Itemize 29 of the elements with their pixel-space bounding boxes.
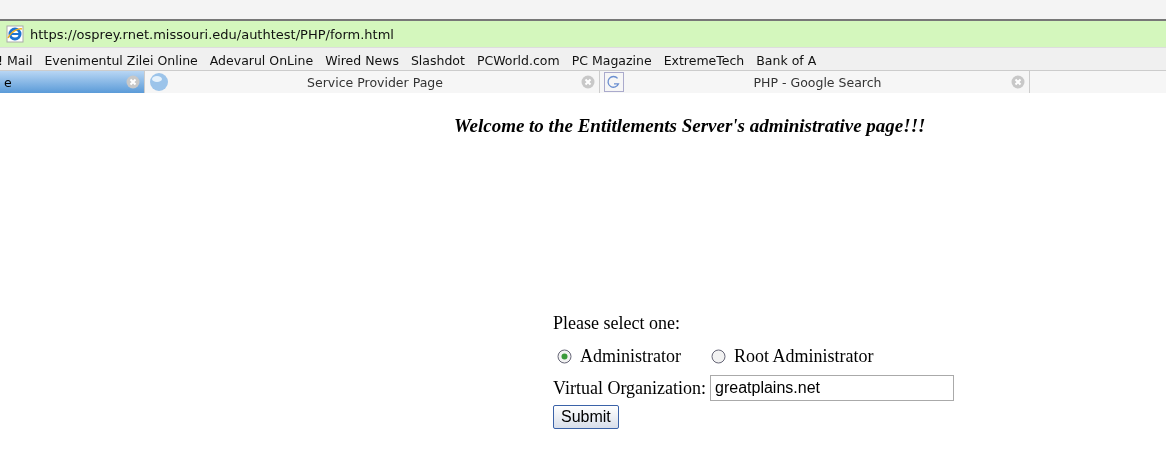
option-label: Administrator <box>580 346 681 367</box>
prompt-text: Please select one: <box>553 313 681 334</box>
bookmark-link[interactable]: Bank of A <box>756 52 817 68</box>
url-text: https://osprey.rnet.missouri.edu/authtest/PHP/form.html <box>30 26 394 42</box>
bookmark-link[interactable]: Wired News <box>325 52 399 68</box>
field-label: Virtual Organization: <box>553 377 707 399</box>
option-label: Root Administrator <box>734 346 874 367</box>
bookmark-link[interactable]: Slashdot <box>410 52 465 68</box>
address-bar[interactable]: https://osprey.rnet.missouri.edu/authtest/PHP/form.html <box>0 21 1166 48</box>
bookmark-link[interactable]: Evenimentul Zilei Online <box>44 52 198 68</box>
bookmark-link[interactable]: Adevarul OnLine <box>209 52 314 68</box>
browser-logo-icon <box>6 25 24 43</box>
close-icon[interactable] <box>126 75 140 89</box>
browser-tab[interactable]: e <box>0 71 145 93</box>
bookmark-link[interactable]: PCWorld.com <box>476 52 560 68</box>
radio-button[interactable] <box>557 349 572 364</box>
globe-icon <box>149 72 169 92</box>
input-field[interactable]: greatplains.net <box>710 375 955 401</box>
page-heading: Welcome to the Entitlements Server's administrative page!!! <box>454 115 926 137</box>
browser-tab[interactable]: Service Provider Page <box>145 71 600 93</box>
bookmark-link[interactable]: ExtremeTech <box>663 52 745 68</box>
radio-button[interactable] <box>711 349 726 364</box>
close-icon[interactable] <box>1011 75 1025 89</box>
bookmark-link[interactable]: ! Mail <box>0 52 33 68</box>
bookmark-link[interactable]: PC Magazine <box>571 52 652 68</box>
browser-tab[interactable]: PHP - Google Search <box>600 71 1030 93</box>
g-icon <box>604 72 624 92</box>
close-icon[interactable] <box>581 75 595 89</box>
submit-button[interactable]: Submit <box>553 405 619 429</box>
